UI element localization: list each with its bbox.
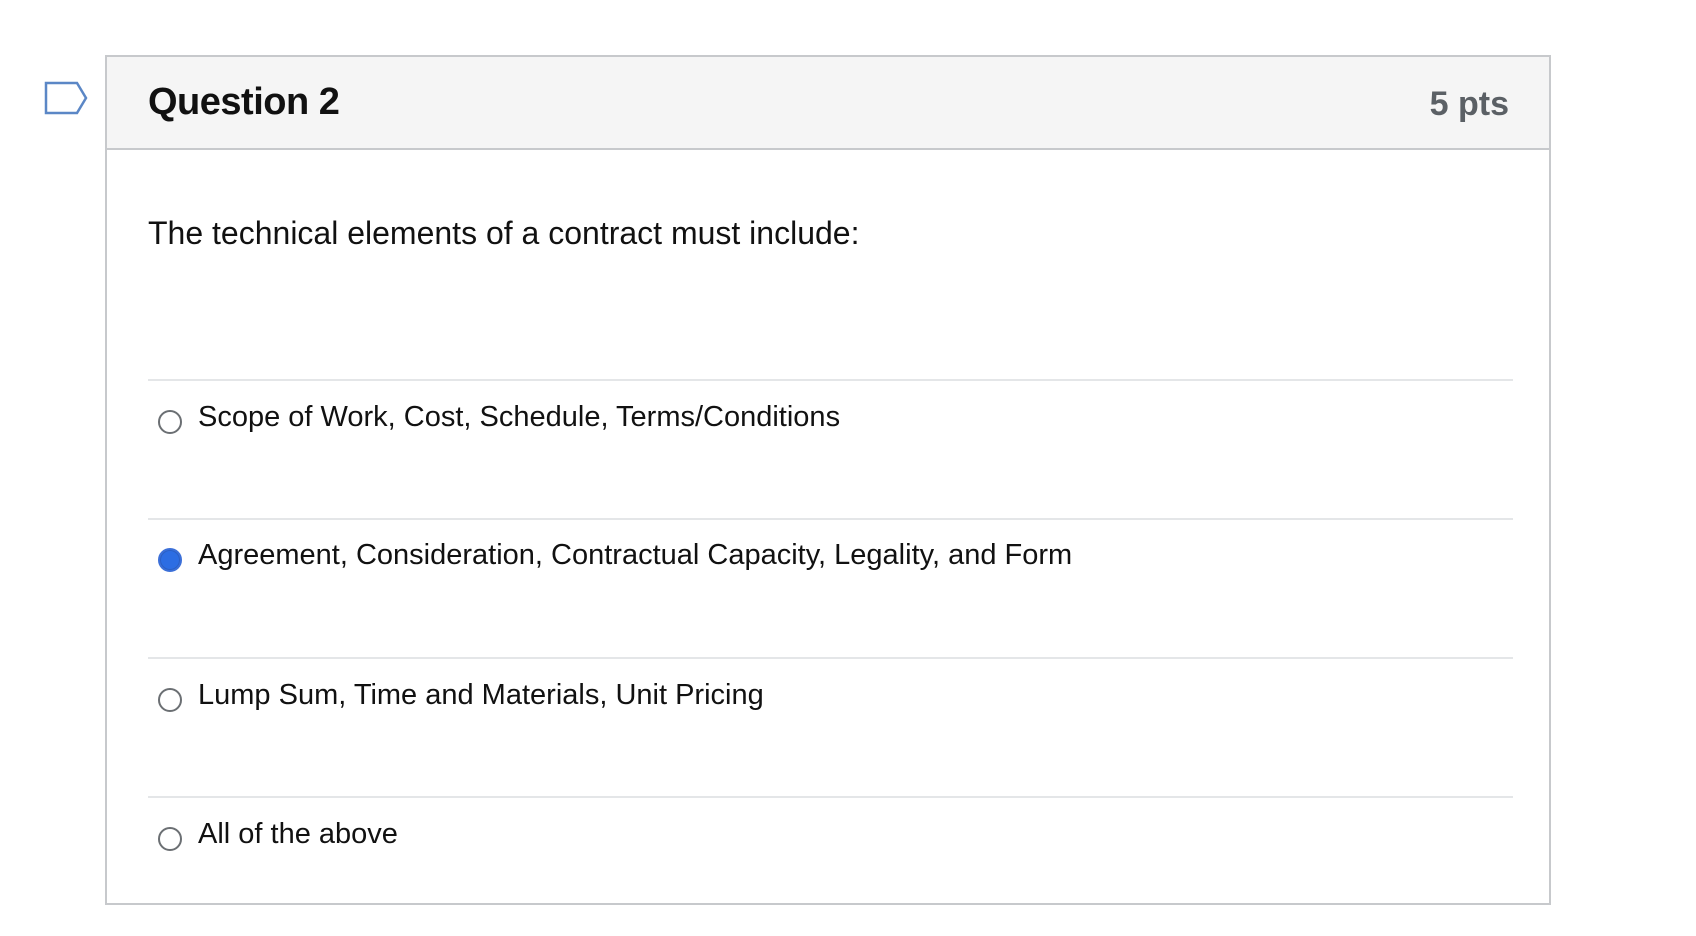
question-title: Question 2 [148, 81, 340, 123]
answer-label: Agreement, Consideration, Contractual Ca… [198, 539, 1073, 571]
answer-option-1[interactable]: Scope of Work, Cost, Schedule, Terms/Con… [148, 379, 1513, 518]
flag-question-icon[interactable] [44, 81, 88, 115]
radio-button[interactable] [158, 688, 182, 712]
radio-button[interactable] [158, 827, 182, 851]
answer-label: Scope of Work, Cost, Schedule, Terms/Con… [198, 401, 841, 433]
answer-label: Lump Sum, Time and Materials, Unit Prici… [198, 679, 764, 711]
radio-button[interactable] [158, 410, 182, 434]
radio-button-selected[interactable] [158, 548, 182, 572]
question-card: Question 2 5 pts The technical elements … [105, 55, 1551, 905]
answer-option-3[interactable]: Lump Sum, Time and Materials, Unit Prici… [148, 657, 1513, 796]
question-text: The technical elements of a contract mus… [148, 215, 860, 251]
answer-list: Scope of Work, Cost, Schedule, Terms/Con… [148, 379, 1513, 906]
answer-option-2[interactable]: Agreement, Consideration, Contractual Ca… [148, 518, 1513, 657]
question-points: 5 pts [1429, 85, 1509, 123]
answer-label: All of the above [198, 818, 398, 850]
answer-option-4[interactable]: All of the above [148, 796, 1513, 906]
question-header: Question 2 5 pts [107, 57, 1549, 150]
